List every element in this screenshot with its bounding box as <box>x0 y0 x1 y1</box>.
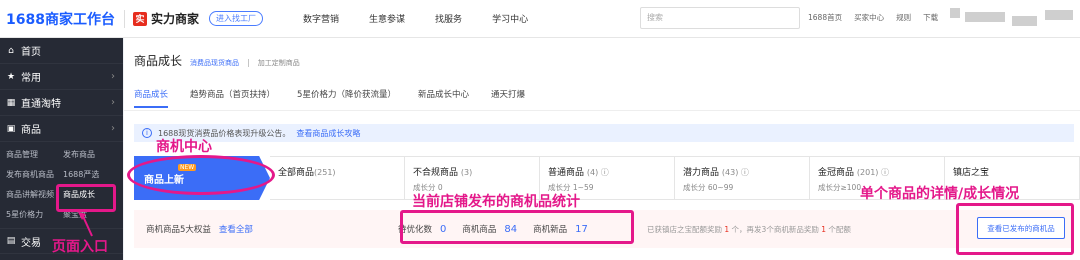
card-sub: 成长分 60~99 <box>683 183 734 192</box>
annotation-opportunity-center: 商机中心 <box>156 139 212 155</box>
sidebar-item-label: 商品 <box>21 125 41 136</box>
top-nav: 数字营销 生意参谋 找服务 学习中心 <box>303 12 528 25</box>
annotation-ellipse <box>127 155 275 195</box>
blurred-account-info <box>1012 16 1037 26</box>
card-count: (251) <box>314 168 336 177</box>
sidebar-item-label: 交易 <box>21 237 41 249</box>
breadcrumb: 商品成长 消费品现货商品 | 加工定制商品 <box>134 52 300 69</box>
card-count: (4) ⓘ <box>586 168 609 177</box>
card-count: (43) ⓘ <box>721 168 749 177</box>
blurred-account-info <box>965 12 1005 22</box>
card-title: 镇店之宝 <box>953 168 990 178</box>
nav-digital-marketing[interactable]: 数字营销 <box>303 12 339 25</box>
home-icon: ⌂ <box>8 45 14 56</box>
nav-learning-center[interactable]: 学习中心 <box>492 12 528 25</box>
sidebar-item-label: 直通淘特 <box>21 99 61 110</box>
nav-find-service[interactable]: 找服务 <box>435 12 462 25</box>
nav-business-advisor[interactable]: 生意参谋 <box>369 12 405 25</box>
sidebar-sub-5star-price[interactable]: 5星价格力 <box>6 205 63 225</box>
stats-label: 商机商品5大权益 <box>146 225 211 235</box>
divider <box>124 110 1080 111</box>
quota-message: 已获镇店之宝配额奖励 1 个，再发3个商机新品奖励 1 个配额 <box>647 224 851 234</box>
sidebar-sub-1688-select[interactable]: 1688严选 <box>63 165 120 185</box>
blurred-account-info <box>950 8 960 18</box>
notice-bar: i 1688现货消费品价格表现升级公告。 查看商品成长攻略 <box>134 124 1074 142</box>
breadcrumb-custom-goods[interactable]: 加工定制商品 <box>258 58 300 68</box>
brand-icon: 实 <box>133 11 147 26</box>
card-all-goods[interactable]: 全部商品(251) <box>270 156 405 200</box>
tab-5star-price[interactable]: 5星价格力（降价获流量） <box>297 88 396 108</box>
enter-factory-button[interactable]: 进入找工厂 <box>209 11 264 26</box>
trade-icon: ▤ <box>6 236 16 246</box>
brand: 实 实力商家 进入找工厂 <box>133 10 264 27</box>
sidebar-sub-publish-opportunity[interactable]: 发布商机商品 <box>6 165 63 185</box>
card-title: 潜力商品 <box>683 168 720 178</box>
star-icon: ★ <box>6 71 16 82</box>
breadcrumb-separator: | <box>247 58 250 67</box>
top-links: 1688首页 买家中心 规则 下载 <box>808 12 938 23</box>
link-download[interactable]: 下载 <box>923 12 938 23</box>
notice-link[interactable]: 查看商品成长攻略 <box>296 128 360 139</box>
annotation-stats-box <box>400 210 634 244</box>
sidebar: ⌂ 首页 ★ 常用 › ▦ 直通淘特 › ▣ 商品 › 商品管理 发布商品 发布… <box>0 38 123 260</box>
page-title: 商品成长 <box>134 54 183 68</box>
chevron-right-icon: › <box>111 97 115 108</box>
sidebar-sub-publish-goods[interactable]: 发布商品 <box>63 145 120 165</box>
annotation-arrow <box>78 212 93 237</box>
sidebar-item-label: 常用 <box>21 73 41 84</box>
brand-name: 实力商家 <box>151 12 200 26</box>
tab-trend-goods[interactable]: 趋势商品（首页扶持） <box>190 88 275 108</box>
annotation-details-box <box>956 203 1074 255</box>
top-bar: 1688商家工作台 实 实力商家 进入找工厂 数字营销 生意参谋 找服务 学习中… <box>0 0 1080 38</box>
tab-new-goods-center[interactable]: 新品成长中心 <box>418 88 469 108</box>
blurred-account-info <box>1045 10 1073 20</box>
sidebar-item-common[interactable]: ★ 常用 › <box>0 64 123 90</box>
card-count: (3) <box>460 168 473 177</box>
card-title: 金冠商品 <box>818 168 855 178</box>
sidebar-item-home[interactable]: ⌂ 首页 <box>0 38 123 64</box>
breadcrumb-consumer-goods[interactable]: 消费品现货商品 <box>190 58 239 68</box>
divider <box>124 9 125 28</box>
card-title: 全部商品 <box>278 168 315 178</box>
annotation-stats: 当前店铺发布的商机品统计 <box>412 194 580 210</box>
sidebar-item-goods[interactable]: ▣ 商品 › <box>0 116 123 142</box>
tab-tongtian[interactable]: 通天打爆 <box>491 88 525 108</box>
card-count: (201) ⓘ <box>856 168 889 177</box>
tab-bar: 商品成长 趋势商品（首页扶持） 5星价格力（降价获流量） 新品成长中心 通天打爆 <box>134 88 525 108</box>
card-potential-goods[interactable]: 潜力商品 (43) ⓘ 成长分 60~99 <box>675 156 810 200</box>
tab-goods-growth[interactable]: 商品成长 <box>134 88 169 108</box>
sidebar-sub-goods-video[interactable]: 商品讲解视频 <box>6 185 63 205</box>
card-title: 普通商品 <box>548 168 585 178</box>
card-title: 不合规商品 <box>413 168 459 178</box>
sidebar-item-taote[interactable]: ▦ 直通淘特 › <box>0 90 123 116</box>
info-icon: i <box>142 128 152 138</box>
link-buyer-center[interactable]: 买家中心 <box>854 12 884 23</box>
sidebar-sub-goods-manage[interactable]: 商品管理 <box>6 145 63 165</box>
sidebar-item-label: 首页 <box>21 47 41 58</box>
app-logo[interactable]: 1688商家工作台 <box>6 9 116 29</box>
link-1688-home[interactable]: 1688首页 <box>808 12 842 23</box>
goods-icon: ▣ <box>6 123 16 134</box>
chevron-right-icon: › <box>111 71 115 82</box>
chevron-right-icon: › <box>111 123 115 134</box>
flow-icon: ▦ <box>6 97 16 108</box>
annotation-details: 单个商品的详情/成长情况 <box>860 186 1020 202</box>
view-all-link[interactable]: 查看全部 <box>219 223 253 235</box>
search-input[interactable]: 搜索 <box>640 7 800 29</box>
link-rules[interactable]: 规则 <box>896 12 911 23</box>
